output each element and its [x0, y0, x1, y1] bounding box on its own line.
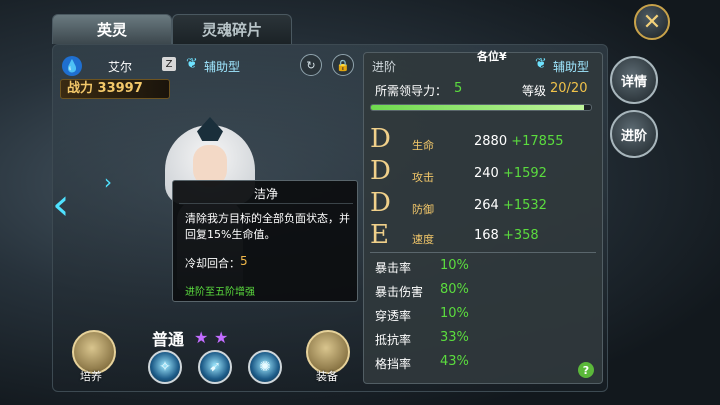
tab-soul-fragments[interactable]: 灵魂碎片: [172, 14, 292, 44]
attr-value: 168 +358: [474, 228, 539, 243]
stat-label: 暴击伤害: [375, 285, 424, 299]
skill-3-button[interactable]: ✺: [248, 350, 282, 384]
panel-header-center: 各位¥: [477, 50, 507, 63]
xp-fill: [371, 105, 585, 110]
lock-button[interactable]: 🔒: [332, 54, 354, 76]
advance-button[interactable]: 进阶: [610, 110, 658, 158]
grade-letter: E: [370, 220, 389, 250]
feather-icon: ❦: [186, 56, 198, 72]
attr-label: 防御: [412, 203, 434, 216]
skill-tooltip: 洁净 清除我方目标的全部负面状态，并回复15%生命值。 冷却回合： 5 进阶至五…: [172, 180, 358, 302]
leadership-label: 所需领导力：: [375, 84, 448, 98]
star-icon: ★: [194, 328, 209, 347]
cooldown-value: 5: [240, 254, 248, 268]
skill-name: 洁净: [253, 187, 278, 201]
attr-bonus: +1592: [502, 166, 547, 181]
attr-base: 168: [474, 228, 499, 243]
level-value: 20/20: [550, 81, 588, 96]
details-button[interactable]: 详情: [610, 56, 658, 104]
stat-value: 10%: [440, 306, 469, 321]
power-label: 战力: [67, 81, 94, 96]
attr-value: 240 +1592: [474, 166, 547, 181]
panel-header-type: 辅助型: [553, 60, 590, 74]
stat-label: 穿透率: [375, 309, 412, 323]
attr-label: 速度: [412, 233, 434, 246]
power-display: 战力 33997: [60, 79, 170, 99]
water-drop-icon: 💧: [62, 56, 82, 76]
rarity-label: 普通: [152, 330, 185, 349]
skill-1-button[interactable]: ✧: [148, 350, 182, 384]
close-button[interactable]: ✕: [634, 4, 670, 40]
stat-label: 抵抗率: [375, 333, 412, 347]
close-icon: ✕: [642, 9, 662, 35]
stat-value: 10%: [440, 258, 469, 273]
upgrade-note: 进阶至五阶增强: [185, 287, 255, 298]
stat-value: 43%: [440, 354, 469, 369]
stat-value: 33%: [440, 330, 469, 345]
stat-value: 80%: [440, 282, 469, 297]
attr-value: 2880 +17855: [474, 134, 563, 149]
swap-button[interactable]: ↻: [300, 54, 322, 76]
attr-bonus: +17855: [511, 134, 564, 149]
next-hero-arrow[interactable]: ›: [104, 170, 124, 194]
grade-letter: D: [370, 188, 391, 218]
attr-base: 240: [474, 166, 499, 181]
hero-badge: Z: [162, 57, 176, 71]
cultivate-label: 培养: [80, 370, 102, 383]
attr-base: 2880: [474, 134, 508, 149]
attr-bonus: +358: [502, 228, 539, 243]
divider: [370, 252, 596, 253]
xp-bar: [370, 104, 592, 111]
prev-hero-arrow[interactable]: ‹: [52, 170, 80, 240]
attr-bonus: +1532: [502, 198, 547, 213]
stat-label: 暴击率: [375, 261, 412, 275]
skill-description: 清除我方目标的全部负面状态，并回复15%生命值。: [185, 212, 350, 241]
cooldown-label: 冷却回合：: [185, 257, 240, 270]
attr-label: 生命: [412, 139, 434, 152]
star-icon: ★: [214, 328, 229, 347]
feather-icon: ❦: [535, 56, 547, 72]
grade-letter: D: [370, 156, 391, 186]
panel-header-advance: 进阶: [372, 60, 397, 74]
tab-bar: 英灵 灵魂碎片: [52, 14, 608, 44]
help-button[interactable]: ?: [578, 362, 594, 378]
skill-2-button[interactable]: ➹: [198, 350, 232, 384]
leadership-value: 5: [454, 81, 463, 96]
stat-label: 格挡率: [375, 357, 412, 371]
hero-name: 艾尔: [108, 60, 133, 74]
equip-label: 装备: [316, 370, 338, 383]
grade-letter: D: [370, 124, 391, 154]
crown: [197, 117, 223, 141]
tab-hero[interactable]: 英灵: [52, 14, 172, 44]
divider: [179, 203, 353, 204]
hero-type: 辅助型: [204, 60, 241, 74]
attr-label: 攻击: [412, 171, 434, 184]
attr-value: 264 +1532: [474, 198, 547, 213]
level-label: 等级: [522, 84, 547, 98]
power-value: 33997: [97, 81, 143, 96]
attr-base: 264: [474, 198, 499, 213]
